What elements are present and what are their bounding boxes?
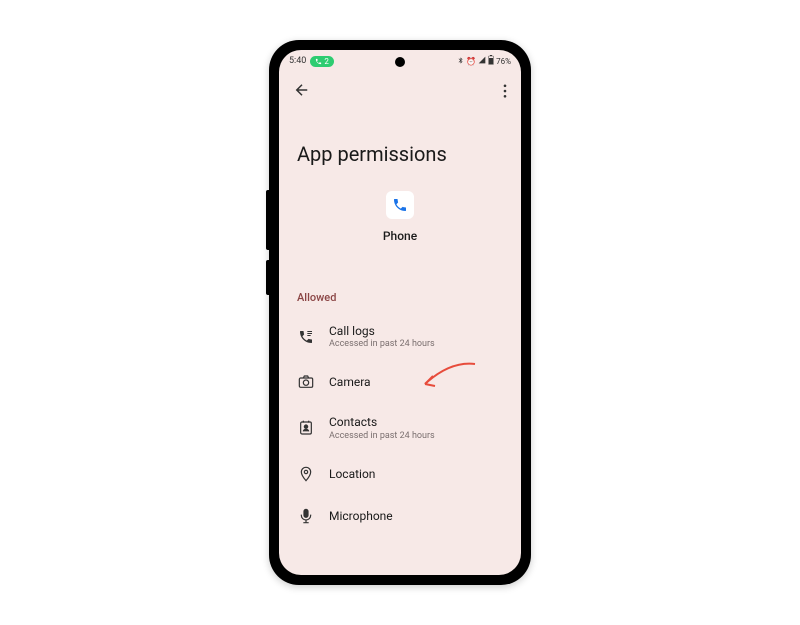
permission-text: Contacts Accessed in past 24 hours (329, 415, 503, 440)
permission-text: Camera (329, 375, 503, 389)
app-name: Phone (383, 229, 417, 243)
location-icon (297, 465, 315, 483)
permission-title: Camera (329, 375, 503, 389)
permission-text: Call logs Accessed in past 24 hours (329, 324, 503, 349)
signal-icon (478, 56, 486, 66)
contacts-icon (297, 419, 315, 437)
phone-badge-icon (315, 58, 322, 65)
permission-title: Contacts (329, 415, 503, 429)
app-info: Phone (297, 191, 503, 243)
call-logs-icon (297, 328, 315, 346)
status-right: ⏰ 76% (457, 55, 511, 67)
app-icon (386, 191, 414, 219)
arrow-left-icon (293, 81, 311, 99)
battery-percent: 76% (496, 57, 511, 66)
phone-app-icon (392, 197, 408, 213)
phone-side-buttons (266, 190, 269, 250)
page-title: App permissions (297, 142, 503, 166)
permission-subtitle: Accessed in past 24 hours (329, 339, 503, 349)
allowed-header: Allowed (279, 263, 521, 312)
app-bar (279, 72, 521, 112)
badge-count: 2 (324, 57, 329, 66)
permission-text: Location (329, 467, 503, 481)
more-vert-icon (503, 84, 507, 98)
microphone-icon (297, 507, 315, 525)
permission-row-call-logs[interactable]: Call logs Accessed in past 24 hours (287, 312, 513, 361)
permission-row-location[interactable]: Location (287, 453, 513, 495)
status-left: 5:40 2 (289, 56, 334, 67)
camera-icon (297, 373, 315, 391)
permission-title: Location (329, 467, 503, 481)
permission-row-camera[interactable]: Camera (287, 361, 513, 403)
status-call-badge: 2 (310, 56, 334, 67)
permission-row-contacts[interactable]: Contacts Accessed in past 24 hours (287, 403, 513, 452)
permission-text: Microphone (329, 509, 503, 523)
alarm-icon: ⏰ (466, 57, 476, 66)
permission-title: Microphone (329, 509, 503, 523)
more-button[interactable] (503, 83, 507, 102)
phone-frame: 5:40 2 ⏰ 76% (269, 40, 531, 585)
permission-title: Call logs (329, 324, 503, 338)
screen: 5:40 2 ⏰ 76% (279, 50, 521, 575)
permission-list: Call logs Accessed in past 24 hours Came… (279, 312, 521, 537)
header-section: App permissions Phone (279, 112, 521, 263)
permission-row-microphone[interactable]: Microphone (287, 495, 513, 537)
bluetooth-icon (457, 56, 464, 67)
battery-icon (488, 55, 494, 67)
status-time: 5:40 (289, 56, 306, 66)
permission-subtitle: Accessed in past 24 hours (329, 431, 503, 441)
camera-punch-hole (395, 57, 405, 67)
back-button[interactable] (293, 81, 311, 103)
